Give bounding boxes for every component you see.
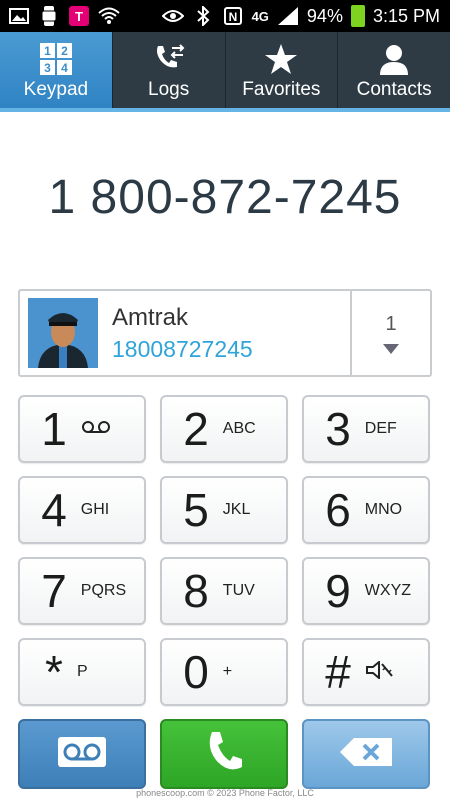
tab-label-favorites: Favorites: [242, 79, 321, 100]
delete-button[interactable]: [302, 719, 430, 789]
svg-text:1: 1: [44, 44, 51, 58]
key-6[interactable]: 6 MNO: [302, 476, 430, 544]
key-letters: PQRS: [80, 582, 127, 599]
key-letters: TUV: [222, 582, 255, 599]
tab-label-logs: Logs: [148, 79, 190, 100]
key-digit: 9: [325, 565, 351, 617]
tab-bar: 1 2 3 4 Keypad Logs Favorites Contacts: [0, 32, 450, 110]
voicemail-icon: [81, 420, 123, 439]
voicemail-button[interactable]: [18, 719, 146, 789]
logs-icon: [152, 41, 186, 77]
signal-icon: [277, 7, 299, 25]
key-letters: GHI: [80, 501, 110, 518]
tab-underline: [0, 108, 450, 112]
tab-keypad[interactable]: 1 2 3 4 Keypad: [0, 32, 112, 110]
tab-label-keypad: Keypad: [23, 79, 89, 100]
key-7[interactable]: 7 PQRS: [18, 557, 146, 625]
key-letters: MNO: [364, 501, 403, 518]
key-digit: 8: [183, 565, 209, 617]
key-3[interactable]: 3 DEF: [302, 395, 430, 463]
tmobile-icon: T: [68, 6, 90, 26]
key-digit: *: [45, 646, 63, 698]
svg-text:2: 2: [61, 44, 68, 58]
svg-text:3: 3: [44, 61, 51, 75]
svg-text:N: N: [228, 10, 237, 24]
status-bar: T N 4G 94% 3:15 PM: [0, 0, 450, 32]
voicemail-icon: [57, 736, 107, 773]
key-letters: P: [76, 663, 88, 680]
dialed-number[interactable]: 1 800-872-7245: [0, 170, 450, 225]
tab-label-contacts: Contacts: [356, 79, 432, 100]
more-matches-button[interactable]: 1: [350, 291, 430, 375]
watch-icon: [38, 6, 60, 26]
image-icon: [8, 7, 30, 25]
key-digit: 2: [183, 403, 209, 455]
wifi-icon: [98, 7, 120, 25]
avatar: [28, 298, 98, 368]
person-icon: [377, 41, 411, 77]
tab-contacts[interactable]: Contacts: [337, 32, 450, 110]
key-2[interactable]: 2 ABC: [160, 395, 288, 463]
backspace-icon: [336, 734, 396, 775]
svg-text:4: 4: [61, 61, 68, 75]
watermark: phonescoop.com © 2023 Phone Factor, LLC: [136, 788, 314, 798]
key-digit: 3: [325, 403, 351, 455]
key-letters: ABC: [222, 420, 256, 437]
match-count: 1: [385, 312, 397, 335]
key-letters: DEF: [364, 420, 397, 437]
battery-percent: 94%: [306, 5, 343, 26]
key-digit: 5: [183, 484, 209, 536]
star-icon: [264, 41, 298, 77]
keypad-icon: 1 2 3 4: [39, 41, 73, 77]
contact-number: 18008727245: [112, 335, 253, 362]
key-digit: 0: [183, 646, 209, 698]
eye-icon: [161, 7, 184, 25]
status-right: N 4G 94% 3:15 PM: [161, 5, 450, 27]
bluetooth-icon: [192, 6, 214, 26]
network-type: 4G: [251, 8, 269, 24]
phone-icon: [204, 730, 244, 779]
nfc-icon: N: [222, 7, 244, 25]
key-5[interactable]: 5 JKL: [160, 476, 288, 544]
key-digit: 1: [41, 403, 67, 455]
chevron-down-icon: [383, 343, 399, 354]
tab-favorites[interactable]: Favorites: [224, 32, 338, 110]
key-digit: 6: [325, 484, 351, 536]
battery-icon: [350, 5, 365, 27]
key-letters: JKL: [222, 501, 251, 518]
key-digit: 4: [41, 484, 67, 536]
key-star[interactable]: * P: [18, 638, 146, 706]
key-4[interactable]: 4 GHI: [18, 476, 146, 544]
contact-name: Amtrak: [112, 303, 189, 331]
key-0[interactable]: 0 +: [160, 638, 288, 706]
contact-text: Amtrak 18008727245: [112, 304, 253, 363]
mute-icon: [365, 659, 407, 684]
tab-logs[interactable]: Logs: [111, 32, 225, 110]
key-letters: WXYZ: [364, 582, 412, 599]
key-letters: +: [222, 663, 233, 680]
key-8[interactable]: 8 TUV: [160, 557, 288, 625]
clock: 3:15 PM: [372, 5, 440, 26]
svg-text:T: T: [75, 9, 83, 24]
call-button[interactable]: [160, 719, 288, 789]
key-hash[interactable]: #: [302, 638, 430, 706]
key-9[interactable]: 9 WXYZ: [302, 557, 430, 625]
key-digit: #: [325, 646, 351, 698]
contact-suggestion[interactable]: Amtrak 18008727245 1: [18, 289, 432, 377]
key-1[interactable]: 1: [18, 395, 146, 463]
contact-match[interactable]: Amtrak 18008727245: [20, 291, 350, 375]
key-digit: 7: [41, 565, 67, 617]
status-left: T: [0, 6, 120, 26]
